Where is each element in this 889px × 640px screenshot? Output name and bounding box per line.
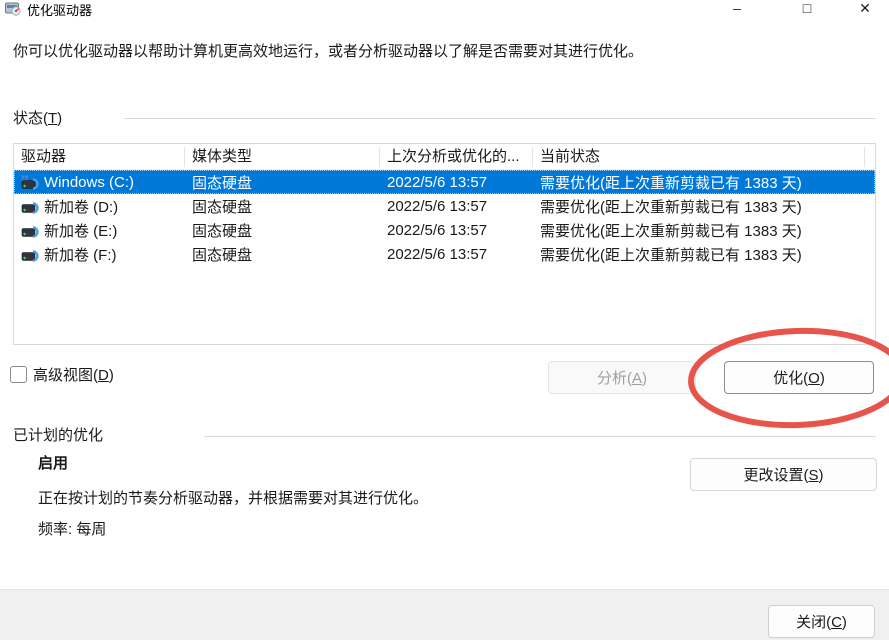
scheduled-section-label: 已计划的优化: [13, 424, 103, 445]
drive-icon: [21, 247, 40, 262]
drive-name: 新加卷 (D:): [44, 196, 118, 217]
drive-name: 新加卷 (F:): [44, 244, 117, 265]
optimize-button[interactable]: 优化(O): [724, 361, 874, 394]
scheduled-description: 正在按计划的节奏分析驱动器，并根据需要对其进行优化。: [38, 487, 428, 508]
close-button[interactable]: 关闭(C): [768, 605, 875, 638]
advanced-view-option[interactable]: 高级视图(D): [10, 364, 114, 385]
column-header-last-run[interactable]: 上次分析或优化的...: [380, 147, 533, 167]
window-title: 优化驱动器: [27, 0, 92, 17]
drive-media-type: 固态硬盘: [185, 220, 380, 241]
status-section-label: 状态(T): [13, 107, 62, 128]
drive-last-run: 2022/5/6 13:57: [380, 198, 533, 215]
scheduled-state: 启用: [38, 452, 68, 473]
scheduled-frequency: 频率: 每周: [38, 518, 106, 539]
table-row[interactable]: 新加卷 (E:) 固态硬盘 2022/5/6 13:57 需要优化(距上次重新剪…: [14, 218, 875, 242]
maximize-button[interactable]: □: [792, 0, 822, 17]
drive-name: Windows (C:): [44, 174, 134, 191]
drive-status: 需要优化(距上次重新剪裁已有 1383 天): [533, 172, 865, 193]
app-icon: [5, 0, 21, 16]
column-header-filler: [865, 147, 874, 167]
dialog-description: 你可以优化驱动器以帮助计算机更高效地运行，或者分析驱动器以了解是否需要对其进行优…: [13, 40, 875, 61]
minimize-button[interactable]: –: [722, 0, 752, 17]
change-settings-button[interactable]: 更改设置(S): [690, 458, 877, 491]
table-row[interactable]: Windows (C:) 固态硬盘 2022/5/6 13:57 需要优化(距上…: [14, 170, 875, 194]
close-window-button[interactable]: ✕: [850, 0, 880, 17]
table-row[interactable]: 新加卷 (D:) 固态硬盘 2022/5/6 13:57 需要优化(距上次重新剪…: [14, 194, 875, 218]
drive-icon: [21, 223, 40, 238]
drive-status: 需要优化(距上次重新剪裁已有 1383 天): [533, 196, 865, 217]
drive-media-type: 固态硬盘: [185, 244, 380, 265]
drive-status: 需要优化(距上次重新剪裁已有 1383 天): [533, 220, 865, 241]
drive-icon: [21, 175, 40, 190]
drive-name: 新加卷 (E:): [44, 220, 117, 241]
drive-list[interactable]: 驱动器 媒体类型 上次分析或优化的... 当前状态 Windows (C:) 固…: [13, 143, 876, 345]
column-header-drive[interactable]: 驱动器: [14, 147, 185, 167]
status-section-divider: [124, 118, 876, 119]
drive-last-run: 2022/5/6 13:57: [380, 174, 533, 191]
dialog-footer: [0, 589, 889, 640]
column-header-media-type[interactable]: 媒体类型: [185, 147, 380, 167]
drive-media-type: 固态硬盘: [185, 196, 380, 217]
column-header-current-status[interactable]: 当前状态: [533, 147, 865, 167]
advanced-view-label: 高级视图(D): [33, 364, 114, 385]
analyze-button[interactable]: 分析(A): [548, 361, 696, 394]
drive-icon: [21, 199, 40, 214]
drive-media-type: 固态硬盘: [185, 172, 380, 193]
drive-last-run: 2022/5/6 13:57: [380, 246, 533, 263]
drive-list-header[interactable]: 驱动器 媒体类型 上次分析或优化的... 当前状态: [14, 144, 875, 170]
advanced-view-checkbox[interactable]: [10, 366, 27, 383]
table-row[interactable]: 新加卷 (F:) 固态硬盘 2022/5/6 13:57 需要优化(距上次重新剪…: [14, 242, 875, 266]
title-bar: 优化驱动器 – □ ✕: [0, 0, 889, 17]
scheduled-section-divider: [204, 436, 876, 437]
drive-status: 需要优化(距上次重新剪裁已有 1383 天): [533, 244, 865, 265]
drive-last-run: 2022/5/6 13:57: [380, 222, 533, 239]
